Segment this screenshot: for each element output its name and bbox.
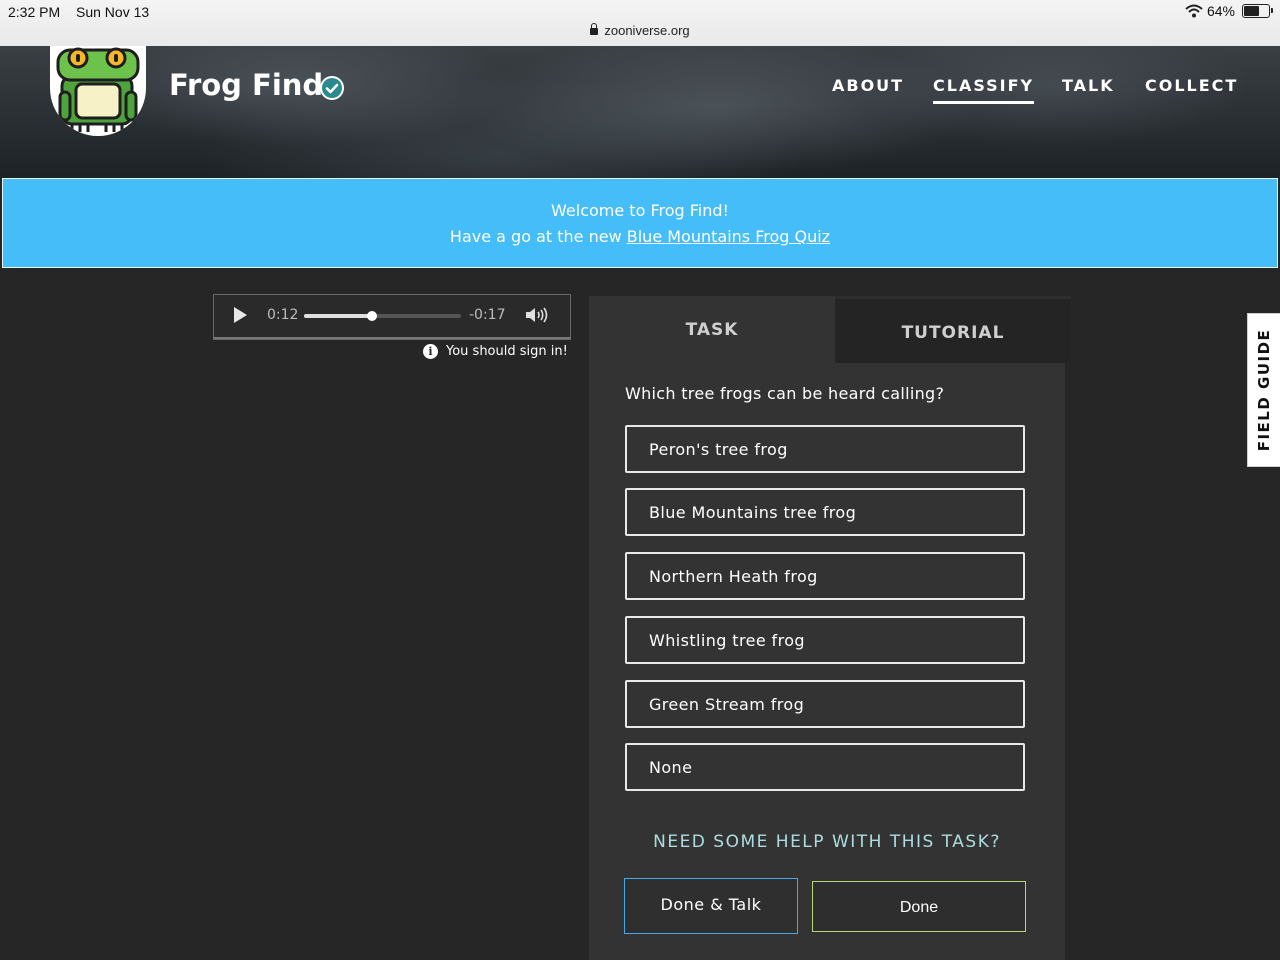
banner-text: Have a go at the new: [449, 227, 627, 246]
battery-icon: [1242, 4, 1273, 18]
tab-task[interactable]: TASK: [589, 296, 835, 360]
task-question: Which tree frogs can be heard calling?: [625, 384, 945, 403]
address-url: zooniverse.org: [604, 23, 690, 38]
answer-northern-heath-frog[interactable]: Northern Heath frog: [625, 552, 1025, 600]
wifi-icon: [1185, 4, 1203, 18]
quiz-link[interactable]: Blue Mountains Frog Quiz: [627, 227, 830, 246]
answer-blue-mountains-tree-frog[interactable]: Blue Mountains tree frog: [625, 488, 1025, 536]
play-icon[interactable]: [234, 307, 247, 323]
project-logo[interactable]: [50, 46, 146, 136]
audio-player: 0:12 -0:17: [213, 294, 571, 340]
frog-icon: [56, 47, 140, 132]
task-tabs: TASK TUTORIAL: [589, 296, 1071, 363]
seek-thumb[interactable]: [366, 311, 377, 321]
answer-perons-tree-frog[interactable]: Peron's tree frog: [625, 425, 1025, 473]
project-title[interactable]: Frog Find: [169, 68, 323, 102]
task-help-link[interactable]: NEED SOME HELP WITH THIS TASK?: [589, 832, 1065, 852]
info-icon: i: [423, 344, 438, 359]
lock-icon: [590, 23, 599, 35]
status-time: 2:32 PM: [8, 4, 61, 20]
audio-elapsed: 0:12: [267, 307, 299, 323]
task-panel: TASK TUTORIAL Which tree frogs can be he…: [589, 296, 1071, 960]
audio-progress: [304, 314, 372, 318]
answer-whistling-tree-frog[interactable]: Whistling tree frog: [625, 616, 1025, 664]
done-button[interactable]: Done: [812, 881, 1026, 932]
address-bar[interactable]: zooniverse.org: [0, 23, 1280, 38]
announcement-banner: Welcome to Frog Find! Have a go at the n…: [2, 178, 1278, 268]
done-and-talk-button[interactable]: Done & Talk: [624, 878, 798, 934]
nav-collect[interactable]: COLLECT: [1145, 76, 1238, 101]
audio-seek-bar[interactable]: [304, 311, 461, 321]
answer-green-stream-frog[interactable]: Green Stream frog: [625, 680, 1025, 728]
signin-notice[interactable]: i You should sign in!: [423, 344, 568, 359]
answer-none[interactable]: None: [625, 743, 1025, 791]
nav-about[interactable]: ABOUT: [832, 76, 904, 101]
volume-icon[interactable]: [524, 305, 552, 325]
verified-badge-icon: [320, 76, 344, 100]
field-guide-label: FIELD GUIDE: [1255, 328, 1273, 452]
project-header: Frog Find ABOUT CLASSIFY TALK COLLECT: [0, 46, 1280, 178]
field-guide-tab[interactable]: FIELD GUIDE: [1247, 313, 1280, 467]
banner-welcome: Welcome to Frog Find!: [551, 201, 729, 220]
status-bar: 2:32 PM Sun Nov 13 zooniverse.org 64%: [0, 0, 1280, 46]
nav-talk[interactable]: TALK: [1062, 76, 1115, 101]
tab-tutorial[interactable]: TUTORIAL: [835, 296, 1071, 363]
status-indicators: 64%: [1185, 3, 1273, 19]
audio-remaining: -0:17: [469, 307, 506, 323]
nav-classify[interactable]: CLASSIFY: [933, 76, 1035, 104]
signin-text: You should sign in!: [446, 344, 568, 359]
banner-line2: Have a go at the new Blue Mountains Frog…: [3, 227, 1277, 246]
battery-percent: 64%: [1206, 3, 1235, 19]
status-date: Sun Nov 13: [76, 4, 150, 20]
